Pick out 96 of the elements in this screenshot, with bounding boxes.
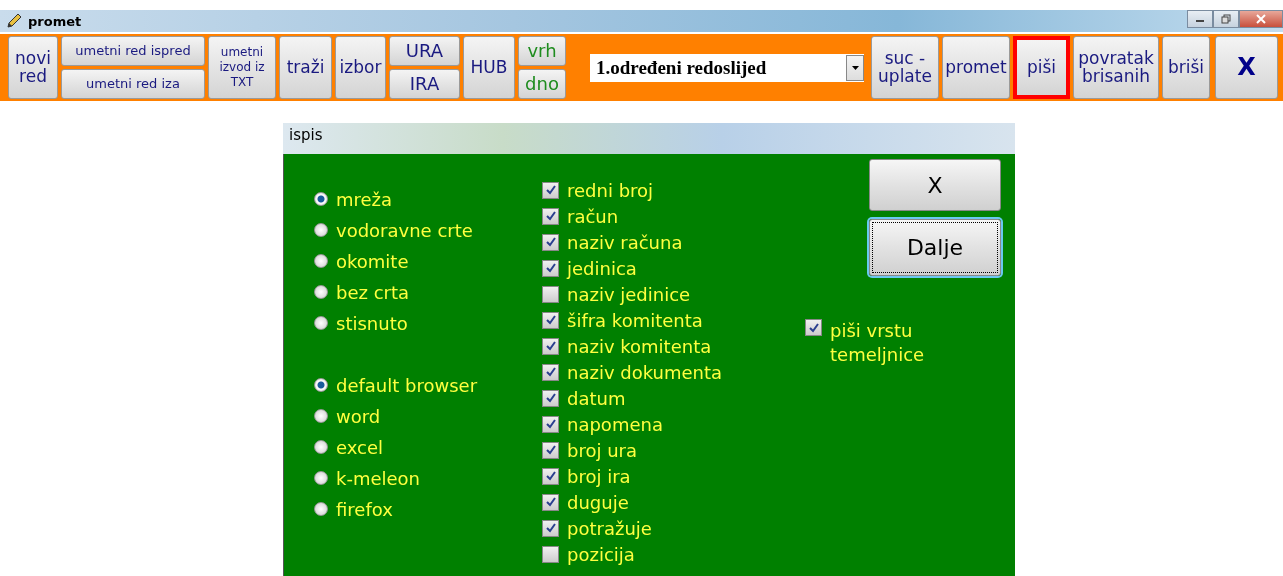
checkbox[interactable] bbox=[542, 389, 559, 407]
check-icon bbox=[544, 496, 557, 508]
check-icon bbox=[544, 340, 557, 352]
radio-button[interactable] bbox=[314, 254, 328, 268]
checkbox-label: pozicija bbox=[567, 543, 635, 565]
toolbar-button[interactable]: povratak brisanih bbox=[1073, 36, 1159, 99]
option-label: excel bbox=[336, 436, 384, 458]
checkbox-label: potražuje bbox=[567, 517, 652, 539]
checkbox-label: naziv jedinice bbox=[567, 283, 691, 305]
toolbar-button[interactable]: umetni red ispred bbox=[61, 36, 205, 66]
checkbox-label: piši vrstu temeljnice bbox=[830, 319, 925, 368]
radio-button[interactable] bbox=[314, 316, 328, 330]
checkbox-label: jedinica bbox=[567, 257, 637, 279]
order-dropdown[interactable]: 1.određeni redoslijed bbox=[590, 53, 864, 82]
checkbox-label: broj ura bbox=[567, 439, 637, 461]
checkbox-label: naziv dokumenta bbox=[567, 361, 723, 383]
checkbox-label: šifra komitenta bbox=[567, 309, 703, 331]
checkbox[interactable] bbox=[542, 207, 559, 225]
close-icon bbox=[1256, 14, 1266, 24]
option-label: stisnuto bbox=[336, 312, 408, 334]
toolbar-button[interactable]: promet bbox=[942, 36, 1010, 99]
check-icon bbox=[807, 321, 820, 334]
checkbox[interactable] bbox=[542, 415, 559, 433]
toolbar-button[interactable]: umetni red iza bbox=[61, 69, 205, 99]
checkbox[interactable] bbox=[542, 363, 559, 381]
option-label: word bbox=[336, 405, 381, 427]
toolbar-button[interactable]: piši bbox=[1013, 36, 1070, 99]
toolbar-button[interactable]: briši bbox=[1162, 36, 1210, 99]
checkbox-label: broj ira bbox=[567, 465, 631, 487]
toolbar-button[interactable]: URA bbox=[389, 36, 460, 66]
toolbar-button[interactable]: traži bbox=[279, 36, 332, 99]
check-icon bbox=[544, 444, 557, 456]
checkbox[interactable] bbox=[542, 545, 559, 563]
radio-button[interactable] bbox=[314, 223, 328, 237]
radio-button[interactable] bbox=[314, 285, 328, 299]
caret-icon bbox=[851, 65, 859, 70]
dropdown-value: 1.određeni redoslijed bbox=[596, 56, 767, 79]
window-title: promet bbox=[28, 13, 82, 29]
dialog-title: ispis bbox=[289, 126, 323, 144]
check-icon bbox=[544, 236, 557, 248]
check-icon bbox=[544, 522, 557, 534]
option-label: firefox bbox=[336, 498, 393, 520]
checkbox-label: duguje bbox=[567, 491, 629, 513]
option-label: vodoravne crte bbox=[336, 219, 473, 241]
option-label: k-meleon bbox=[336, 467, 421, 489]
radio-button[interactable] bbox=[314, 378, 328, 392]
checkbox[interactable] bbox=[542, 441, 559, 459]
check-icon bbox=[544, 184, 557, 196]
pencil-icon bbox=[6, 13, 22, 29]
checkbox-label: napomena bbox=[567, 413, 663, 435]
checkbox-label: naziv komitenta bbox=[567, 335, 712, 357]
checkbox-label: naziv računa bbox=[567, 231, 683, 253]
check-icon bbox=[544, 392, 557, 404]
check-icon bbox=[544, 314, 557, 326]
radio-button[interactable] bbox=[314, 440, 328, 454]
checkbox-label: račun bbox=[567, 205, 619, 227]
dialog-button[interactable]: Dalje bbox=[869, 219, 1001, 276]
checkbox[interactable] bbox=[542, 181, 559, 199]
dropdown-arrow-button[interactable] bbox=[846, 54, 864, 81]
toolbar-button[interactable]: HUB bbox=[463, 36, 515, 99]
check-icon bbox=[544, 210, 557, 222]
checkbox[interactable] bbox=[542, 337, 559, 355]
checkbox[interactable] bbox=[542, 493, 559, 511]
check-icon bbox=[544, 470, 557, 482]
minimize-button[interactable] bbox=[1187, 10, 1213, 28]
toolbar-button[interactable]: suc - uplate bbox=[871, 36, 939, 99]
checkbox[interactable] bbox=[542, 259, 559, 277]
checkbox[interactable] bbox=[542, 467, 559, 485]
checkbox[interactable] bbox=[542, 285, 559, 303]
check-icon bbox=[544, 366, 557, 378]
restore-icon bbox=[1221, 14, 1231, 24]
option-label: bez crta bbox=[336, 281, 410, 303]
restore-button[interactable] bbox=[1213, 10, 1239, 28]
toolbar-button[interactable]: dno bbox=[518, 69, 566, 99]
checkbox-label: datum bbox=[567, 387, 626, 409]
toolbar-button[interactable]: IRA bbox=[389, 69, 460, 99]
checkbox[interactable] bbox=[805, 319, 822, 336]
checkbox-label: redni broj bbox=[567, 179, 654, 201]
toolbar-button[interactable]: izbor bbox=[335, 36, 386, 99]
toolbar-button[interactable]: umetni izvod iz TXT bbox=[208, 36, 276, 99]
radio-button[interactable] bbox=[314, 192, 328, 206]
check-icon bbox=[544, 262, 557, 274]
toolbar-button[interactable]: novi red bbox=[8, 36, 58, 99]
close-button[interactable]: X bbox=[1215, 36, 1278, 99]
checkbox[interactable] bbox=[542, 233, 559, 251]
radio-button[interactable] bbox=[314, 502, 328, 516]
dialog-button[interactable]: X bbox=[869, 159, 1001, 211]
check-icon bbox=[544, 418, 557, 430]
option-label: okomite bbox=[336, 250, 409, 272]
radio-button[interactable] bbox=[314, 471, 328, 485]
close-button[interactable] bbox=[1239, 10, 1283, 28]
radio-button[interactable] bbox=[314, 409, 328, 423]
option-label: mreža bbox=[336, 188, 393, 210]
checkbox[interactable] bbox=[542, 311, 559, 329]
checkbox[interactable] bbox=[542, 519, 559, 537]
option-label: default browser bbox=[336, 374, 478, 396]
